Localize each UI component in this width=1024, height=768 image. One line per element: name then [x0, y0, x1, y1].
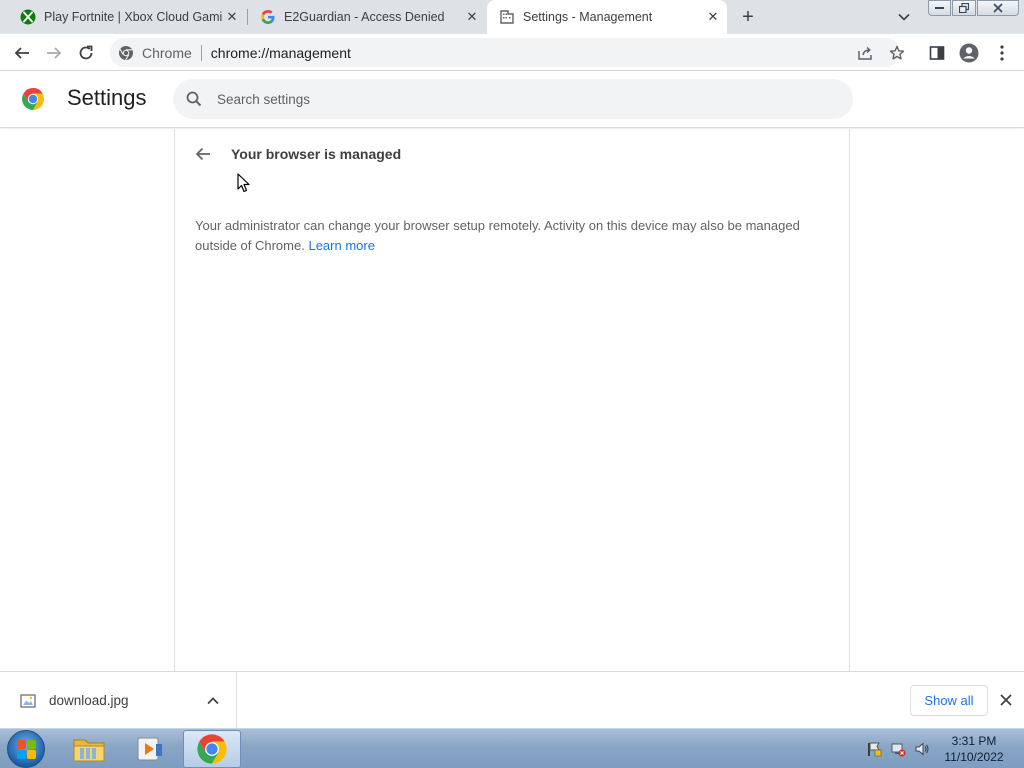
browser-toolbar: Chrome chrome://management	[0, 34, 1024, 71]
mouse-cursor-icon	[237, 173, 251, 193]
share-icon[interactable]	[856, 44, 874, 62]
settings-header: Settings Search settings	[0, 71, 1024, 128]
site-chip: Chrome	[142, 44, 192, 61]
download-file-name: download.jpg	[49, 693, 129, 708]
google-icon	[260, 9, 276, 25]
page-title: Settings	[67, 85, 147, 110]
close-icon[interactable]: ✕	[224, 9, 240, 25]
profile-avatar-icon[interactable]	[958, 42, 980, 64]
description-text: Your administrator can change your brows…	[195, 218, 800, 253]
system-clock[interactable]: 3:31 PM 11/10/2022	[938, 733, 1010, 765]
windows-logo-quad	[17, 750, 26, 759]
close-icon[interactable]: ✕	[705, 9, 721, 25]
windows-logo-icon	[17, 740, 26, 749]
tab-title: Play Fortnite | Xbox Cloud Gamin	[44, 10, 222, 24]
windows-logo-quad	[27, 740, 36, 749]
search-placeholder: Search settings	[217, 91, 311, 107]
clock-date: 11/10/2022	[944, 750, 1004, 764]
xbox-icon	[20, 9, 36, 25]
tab-fortnite[interactable]: Play Fortnite | Xbox Cloud Gamin ✕	[0, 0, 246, 34]
management-description: Your administrator can change your brows…	[195, 216, 815, 256]
address-bar[interactable]: Chrome chrome://management	[110, 38, 905, 67]
tab-title: E2Guardian - Access Denied	[284, 10, 445, 24]
windows-taskbar: 3:31 PM 11/10/2022	[0, 728, 1024, 768]
clock-time: 3:31 PM	[951, 734, 997, 748]
close-window-button[interactable]	[977, 0, 1019, 16]
action-center-flag-icon[interactable]	[865, 740, 883, 758]
chrome-taskbar-button[interactable]	[183, 730, 241, 768]
restore-button[interactable]	[952, 0, 976, 16]
page-heading: Your browser is managed	[231, 146, 402, 162]
folder-icon	[73, 739, 105, 762]
chrome-site-icon	[118, 45, 134, 61]
bookmark-star-icon[interactable]	[888, 44, 906, 62]
search-settings-input[interactable]: Search settings	[173, 79, 853, 119]
menu-kebab-icon[interactable]	[991, 42, 1013, 64]
image-file-icon	[20, 693, 36, 709]
download-item[interactable]: download.jpg	[0, 672, 237, 728]
back-button[interactable]	[8, 39, 36, 67]
volume-icon[interactable]	[913, 740, 931, 758]
media-player-icon	[137, 737, 162, 761]
building-icon	[499, 9, 515, 25]
learn-more-link[interactable]: Learn more	[308, 238, 374, 253]
start-button[interactable]	[7, 730, 45, 768]
close-icon[interactable]	[996, 690, 1016, 710]
network-disconnected-icon[interactable]	[889, 740, 907, 758]
side-panel-icon[interactable]	[926, 42, 948, 64]
management-card	[174, 129, 850, 671]
media-player-taskbar-button[interactable]	[121, 730, 179, 768]
file-explorer-taskbar-button[interactable]	[60, 730, 118, 768]
tab-strip: Play Fortnite | Xbox Cloud Gamin ✕ E2Gua…	[0, 0, 1024, 34]
close-icon[interactable]: ✕	[464, 9, 480, 25]
chip-divider	[200, 44, 202, 61]
reload-button[interactable]	[72, 39, 100, 67]
search-icon	[185, 90, 203, 108]
new-tab-button[interactable]: +	[736, 6, 760, 28]
url-text[interactable]: chrome://management	[211, 45, 351, 61]
windows-logo-quad	[27, 750, 36, 759]
chrome-icon	[197, 734, 227, 764]
back-arrow-icon[interactable]	[192, 144, 214, 164]
chevron-up-icon[interactable]	[204, 692, 222, 710]
tab-title: Settings - Management	[523, 10, 653, 24]
tab-settings-management[interactable]: Settings - Management ✕	[487, 0, 727, 34]
tab-search-chevron-icon[interactable]	[894, 8, 914, 26]
minimize-button[interactable]	[928, 0, 951, 16]
chrome-logo-icon	[21, 87, 45, 111]
tab-e2guardian[interactable]: E2Guardian - Access Denied ✕	[240, 0, 486, 34]
show-all-button[interactable]: Show all	[910, 685, 988, 716]
download-shelf: download.jpg Show all	[0, 671, 1024, 728]
forward-button[interactable]	[40, 39, 68, 67]
